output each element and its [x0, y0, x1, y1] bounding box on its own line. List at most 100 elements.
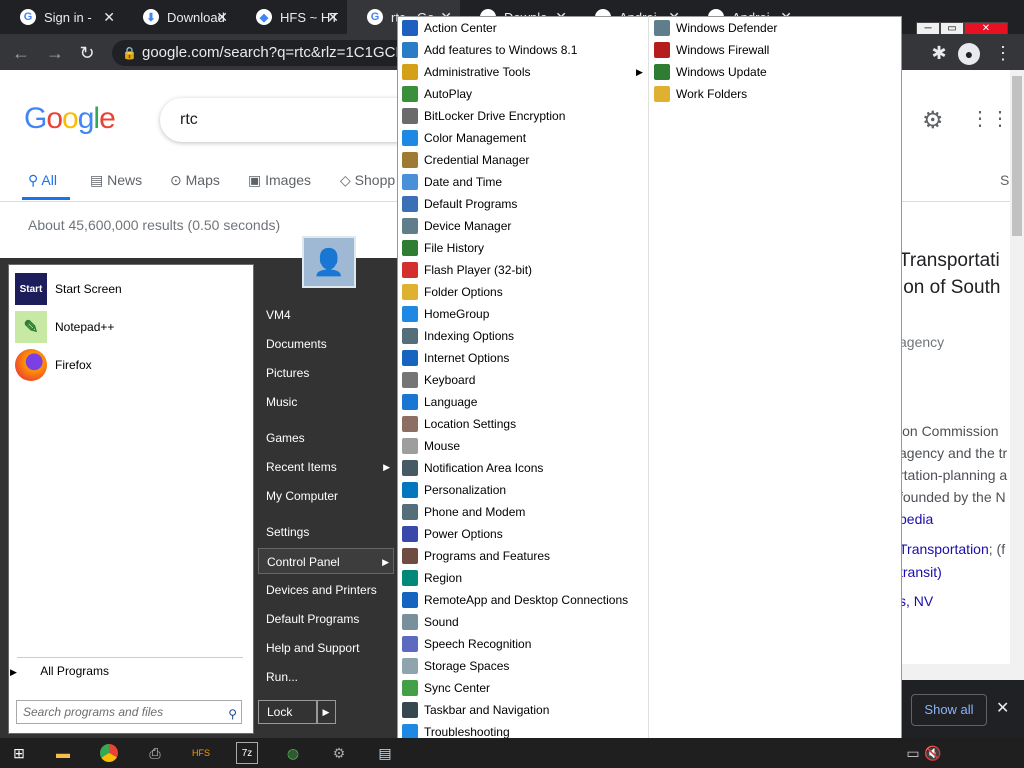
cp-item[interactable]: Keyboard	[402, 369, 475, 391]
start-link-vm4[interactable]: VM4	[258, 302, 394, 328]
tab-close-icon[interactable]: ✕	[327, 9, 339, 26]
cp-item[interactable]: Sound	[402, 611, 459, 633]
browser-tab[interactable]: G Sign in - ✕	[0, 0, 123, 34]
show-all-downloads-button[interactable]: Show all	[911, 694, 987, 726]
cp-item[interactable]: Action Center	[402, 17, 497, 39]
cp-item-label: Region	[424, 571, 463, 585]
cp-item[interactable]: Region	[402, 567, 462, 589]
cp-item[interactable]: Mouse	[402, 435, 460, 457]
pinned-firefox[interactable]: Firefox	[15, 349, 92, 381]
cp-item-label: Taskbar and Navigation	[424, 703, 550, 717]
browser-tab[interactable]: ⬇ Download ✕	[123, 0, 236, 34]
hfs-icon[interactable]: HFS	[190, 742, 212, 764]
cp-item[interactable]: File History	[402, 237, 484, 259]
windows-start-icon[interactable]: ⊞	[8, 742, 30, 764]
printer-icon[interactable]: ⎙	[144, 742, 166, 764]
cp-item[interactable]: Programs and Features	[402, 545, 550, 567]
cp-item[interactable]: Storage Spaces	[402, 655, 509, 677]
cp-item[interactable]: Color Management	[402, 127, 526, 149]
cp-item[interactable]: Internet Options	[402, 347, 509, 369]
power-options-arrow[interactable]: ▶	[316, 700, 336, 724]
search-icon[interactable]: ⚲	[228, 703, 237, 725]
start-link-control-panel[interactable]: Control Panel ▶	[258, 548, 394, 574]
back-icon[interactable]: ←	[8, 40, 34, 66]
cp-item[interactable]: Notification Area Icons	[402, 457, 543, 479]
cp-item[interactable]: Location Settings	[402, 413, 516, 435]
cp-item[interactable]: Administrative Tools ▶	[402, 61, 643, 83]
start-link-run[interactable]: Run...	[258, 664, 394, 690]
tab-images[interactable]: ▣ Images	[248, 172, 311, 189]
pinned-start-screen[interactable]: Start Start Screen	[15, 273, 122, 305]
start-link-recent-items[interactable]: Recent Items ▶	[258, 454, 394, 480]
cp-item[interactable]: Windows Update	[654, 61, 767, 83]
start-link-pictures[interactable]: Pictures	[258, 360, 394, 386]
cp-item[interactable]: Phone and Modem	[402, 501, 525, 523]
cp-item[interactable]: Date and Time	[402, 171, 502, 193]
cp-item[interactable]: Taskbar and Navigation	[402, 699, 549, 721]
start-link-help-support[interactable]: Help and Support	[258, 635, 394, 661]
chrome-icon[interactable]	[98, 742, 120, 764]
gear-icon[interactable]: ⚙	[922, 106, 944, 135]
close-icon[interactable]: ✕	[996, 698, 1009, 718]
reload-icon[interactable]: ↻	[74, 40, 100, 66]
cp-item[interactable]: HomeGroup	[402, 303, 489, 325]
kp-link-transportation[interactable]: Transportation	[899, 541, 989, 557]
cp-item[interactable]: Default Programs	[402, 193, 517, 215]
start-link-default-programs[interactable]: Default Programs	[258, 606, 394, 632]
kp-location-link[interactable]: s, NV	[899, 593, 933, 609]
tray-display-icon[interactable]: ▭	[902, 742, 924, 764]
seven-zip-icon[interactable]: 7z	[236, 742, 258, 764]
profile-avatar[interactable]: ●	[956, 40, 982, 66]
forward-icon[interactable]: →	[42, 40, 68, 66]
file-explorer-icon[interactable]: ▬	[52, 742, 74, 764]
user-account-picture[interactable]: 👤	[302, 236, 356, 288]
kp-wikipedia-link[interactable]: pedia	[899, 511, 933, 527]
tab-maps[interactable]: ⊙ Maps	[170, 172, 220, 189]
tab-close-icon[interactable]: ✕	[103, 9, 115, 26]
menu-icon[interactable]: ⋮	[990, 40, 1016, 66]
start-link-games[interactable]: Games	[258, 425, 394, 451]
start-link-devices-printers[interactable]: Devices and Printers	[258, 577, 394, 603]
cp-item[interactable]: Windows Defender	[654, 17, 777, 39]
cp-item[interactable]: Work Folders	[654, 83, 747, 105]
cp-item[interactable]: AutoPlay	[402, 83, 472, 105]
cp-item[interactable]: RemoteApp and Desktop Connections	[402, 589, 628, 611]
tools-icon[interactable]: ⚙	[328, 742, 350, 764]
cp-item[interactable]: Sync Center	[402, 677, 490, 699]
cp-item[interactable]: Credential Manager	[402, 149, 529, 171]
control-panel-applet-icon	[402, 460, 418, 476]
cp-item[interactable]: Speech Recognition	[402, 633, 531, 655]
tab-close-icon[interactable]: ✕	[216, 9, 228, 26]
browser-tab[interactable]: ◆ HFS ~ HT ✕	[236, 0, 347, 34]
search-input[interactable]: rtc	[160, 98, 420, 142]
cp-item[interactable]: Power Options	[402, 523, 503, 545]
tab-more[interactable]: S	[1000, 172, 1009, 188]
cp-item[interactable]: Personalization	[402, 479, 506, 501]
tab-shopping[interactable]: ◇ Shopp	[340, 172, 395, 189]
cp-item[interactable]: Language	[402, 391, 477, 413]
pinned-notepad-plus-plus[interactable]: ✎ Notepad++	[15, 311, 114, 343]
notepad-icon[interactable]: ▤	[374, 742, 396, 764]
start-link-settings[interactable]: Settings	[258, 519, 394, 545]
cp-item[interactable]: Indexing Options	[402, 325, 514, 347]
cp-item[interactable]: Device Manager	[402, 215, 511, 237]
lock-button[interactable]: Lock	[258, 700, 318, 724]
all-programs-button[interactable]: ▶ All Programs	[10, 664, 109, 678]
tab-news[interactable]: ▤ News	[90, 172, 142, 189]
cp-item[interactable]: Flash Player (32-bit)	[402, 259, 532, 281]
network-icon[interactable]: ◍	[282, 742, 304, 764]
cp-item[interactable]: Windows Firewall	[654, 39, 769, 61]
cp-item[interactable]: Add features to Windows 8.1	[402, 39, 577, 61]
start-link-music[interactable]: Music	[258, 389, 394, 415]
google-logo[interactable]: Google	[24, 102, 116, 136]
start-link-documents[interactable]: Documents	[258, 331, 394, 357]
tab-all[interactable]: ⚲ All	[28, 172, 57, 189]
kp-link-transit[interactable]: transit)	[899, 564, 942, 580]
cp-item[interactable]: BitLocker Drive Encryption	[402, 105, 565, 127]
start-search-input[interactable]: Search programs and files ⚲	[16, 700, 242, 724]
cp-item[interactable]: Folder Options	[402, 281, 503, 303]
volume-muted-icon[interactable]: 🔇	[922, 742, 944, 764]
start-link-my-computer[interactable]: My Computer	[258, 483, 394, 509]
extensions-icon[interactable]: ✱	[926, 40, 952, 66]
scrollbar-thumb[interactable]	[1012, 76, 1022, 236]
